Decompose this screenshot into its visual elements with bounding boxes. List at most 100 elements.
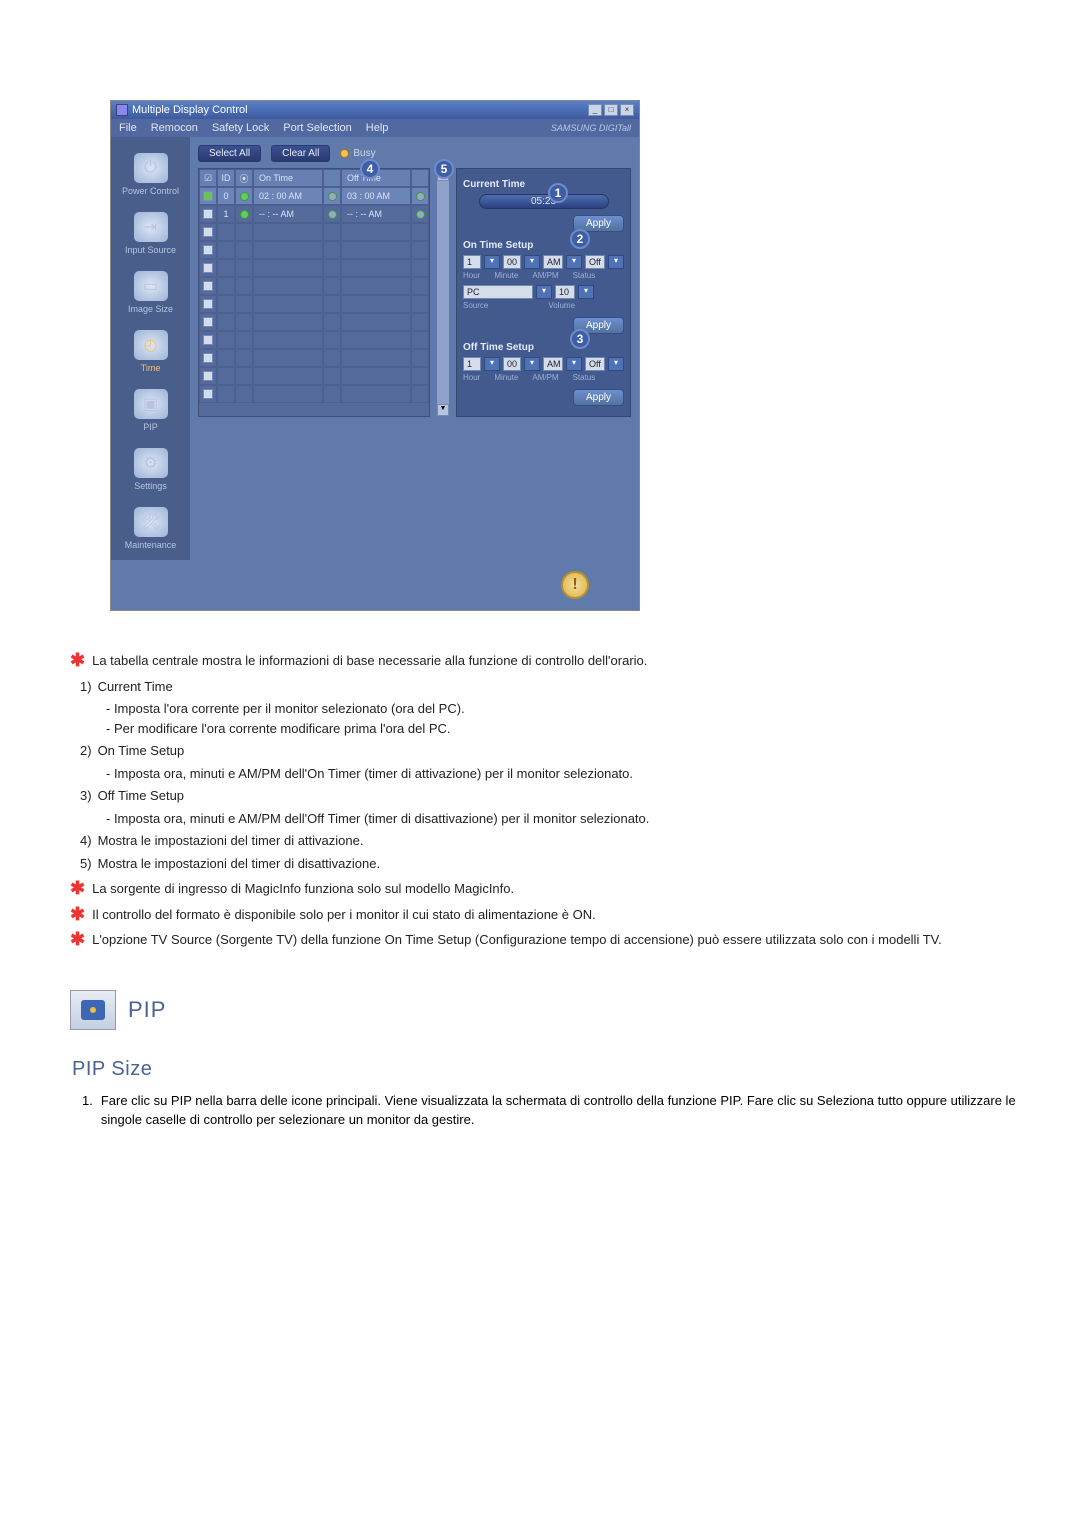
table-row[interactable] — [199, 295, 429, 313]
minimize-button[interactable]: _ — [588, 104, 602, 116]
close-button[interactable]: × — [620, 104, 634, 116]
minute-input[interactable]: 00 — [503, 357, 521, 371]
sidebar-label-image: Image Size — [128, 304, 173, 314]
status-input[interactable]: Off — [585, 357, 605, 371]
select-all-button[interactable]: Select All — [198, 145, 261, 162]
status-dot-icon — [328, 192, 337, 201]
offtime-controls: 1▾ 00▾ AM▾ Off▾ — [463, 357, 624, 371]
dropdown-icon[interactable]: ▾ — [524, 357, 540, 371]
row-checkbox[interactable] — [203, 335, 213, 345]
row-checkbox[interactable] — [203, 281, 213, 291]
sidebar-item-settings[interactable]: ⚙Settings — [111, 442, 190, 501]
table-row[interactable]: 1 -- : -- AM -- : -- AM — [199, 205, 429, 223]
minute-input[interactable]: 00 — [503, 255, 521, 269]
apply-button[interactable]: Apply — [573, 389, 624, 406]
note-3-title: Off Time Setup — [98, 786, 184, 806]
sidebar-item-maintenance[interactable]: 🛠Maintenance — [111, 501, 190, 560]
table-row[interactable]: 0 02 : 00 AM 03 : 00 AM — [199, 187, 429, 205]
dropdown-icon[interactable]: ▾ — [608, 357, 624, 371]
pip-subtitle: PIP Size — [72, 1058, 1020, 1081]
row-checkbox[interactable] — [203, 263, 213, 273]
row-checkbox[interactable] — [203, 317, 213, 327]
input-icon: ⇥ — [134, 212, 168, 242]
note-intro: La tabella centrale mostra le informazio… — [92, 651, 647, 671]
window-controls: _ □ × — [588, 104, 634, 116]
clear-all-button[interactable]: Clear All — [271, 145, 330, 162]
table-row[interactable] — [199, 259, 429, 277]
ontime-controls: 1▾ 00▾ AM▾ Off▾ — [463, 255, 624, 269]
note-star3: L'opzione TV Source (Sorgente TV) della … — [92, 930, 942, 950]
brand-label: SAMSUNG DIGITall — [551, 123, 631, 133]
sidebar-label-power: Power Control — [122, 186, 179, 196]
menu-file[interactable]: File — [119, 122, 137, 134]
clock-icon: ◴ — [134, 330, 168, 360]
dropdown-icon[interactable]: ▾ — [484, 255, 500, 269]
row-offtime: -- : -- AM — [341, 205, 411, 223]
dropdown-icon[interactable]: ▾ — [536, 285, 552, 299]
table-row[interactable] — [199, 313, 429, 331]
table-row[interactable] — [199, 223, 429, 241]
status-dot-icon — [240, 192, 249, 201]
dropdown-icon[interactable]: ▾ — [566, 357, 582, 371]
table-row[interactable] — [199, 385, 429, 403]
marker-5: 5 — [434, 159, 454, 179]
table-scrollbar[interactable]: ▲ ▼ — [436, 168, 450, 417]
row-checkbox[interactable] — [203, 245, 213, 255]
scroll-down-button[interactable]: ▼ — [437, 404, 449, 416]
header-checkbox[interactable]: ☑ — [199, 169, 217, 187]
busy-dot-icon — [340, 149, 349, 158]
num-label: 5) — [80, 854, 92, 874]
dropdown-icon[interactable]: ▾ — [566, 255, 582, 269]
hour-input[interactable]: 1 — [463, 357, 481, 371]
sidebar-item-power[interactable]: ⏻Power Control — [111, 147, 190, 206]
dropdown-icon[interactable]: ▾ — [524, 255, 540, 269]
gear-icon: ⚙ — [134, 448, 168, 478]
minute-sublabel: Minute — [494, 373, 518, 382]
header-id: ID — [217, 169, 235, 187]
menu-help[interactable]: Help — [366, 122, 389, 134]
table-row[interactable] — [199, 241, 429, 259]
hour-sublabel: Hour — [463, 271, 480, 280]
row-checkbox[interactable] — [203, 209, 213, 219]
display-table: ☑ ID ⦿ On Time Off Time 0 02 : — [198, 168, 430, 417]
menu-portselection[interactable]: Port Selection — [283, 122, 351, 134]
num-label: 4) — [80, 831, 92, 851]
menu-remocon[interactable]: Remocon — [151, 122, 198, 134]
ampm-sublabel: AM/PM — [532, 271, 558, 280]
row-checkbox[interactable] — [203, 389, 213, 399]
sidebar-item-image[interactable]: ▭Image Size — [111, 265, 190, 324]
menu-safetylock[interactable]: Safety Lock — [212, 122, 269, 134]
dropdown-icon[interactable]: ▾ — [578, 285, 594, 299]
marker-2: 2 — [570, 229, 590, 249]
maximize-button[interactable]: □ — [604, 104, 618, 116]
row-checkbox[interactable] — [203, 191, 213, 201]
row-checkbox[interactable] — [203, 371, 213, 381]
row-checkbox[interactable] — [203, 227, 213, 237]
busy-label: Busy — [353, 148, 375, 159]
main-content: Select All Clear All Busy ☑ ID ⦿ On Time… — [190, 137, 639, 560]
sidebar-item-time[interactable]: ◴Time — [111, 324, 190, 383]
dropdown-icon[interactable]: ▾ — [484, 357, 500, 371]
sidebar-item-input[interactable]: ⇥Input Source — [111, 206, 190, 265]
window-titlebar: Multiple Display Control _ □ × — [111, 101, 639, 119]
table-row[interactable] — [199, 349, 429, 367]
volume-input[interactable]: 10 — [555, 285, 575, 299]
table-row[interactable] — [199, 367, 429, 385]
source-input[interactable]: PC — [463, 285, 533, 299]
status-input[interactable]: Off — [585, 255, 605, 269]
dropdown-icon[interactable]: ▾ — [608, 255, 624, 269]
row-ontime: -- : -- AM — [253, 205, 323, 223]
sidebar-item-pip[interactable]: ▣PIP — [111, 383, 190, 442]
table-row[interactable] — [199, 331, 429, 349]
pip-section-icon — [70, 990, 116, 1030]
ampm-input[interactable]: AM — [543, 255, 563, 269]
hour-input[interactable]: 1 — [463, 255, 481, 269]
ampm-input[interactable]: AM — [543, 357, 563, 371]
row-offtime: 03 : 00 AM — [341, 187, 411, 205]
table-row[interactable] — [199, 277, 429, 295]
row-checkbox[interactable] — [203, 353, 213, 363]
row-checkbox[interactable] — [203, 299, 213, 309]
hour-sublabel: Hour — [463, 373, 480, 382]
note-5: Mostra le impostazioni del timer di disa… — [98, 854, 381, 874]
pip-step-1: Fare clic su PIP nella barra delle icone… — [101, 1091, 1020, 1130]
